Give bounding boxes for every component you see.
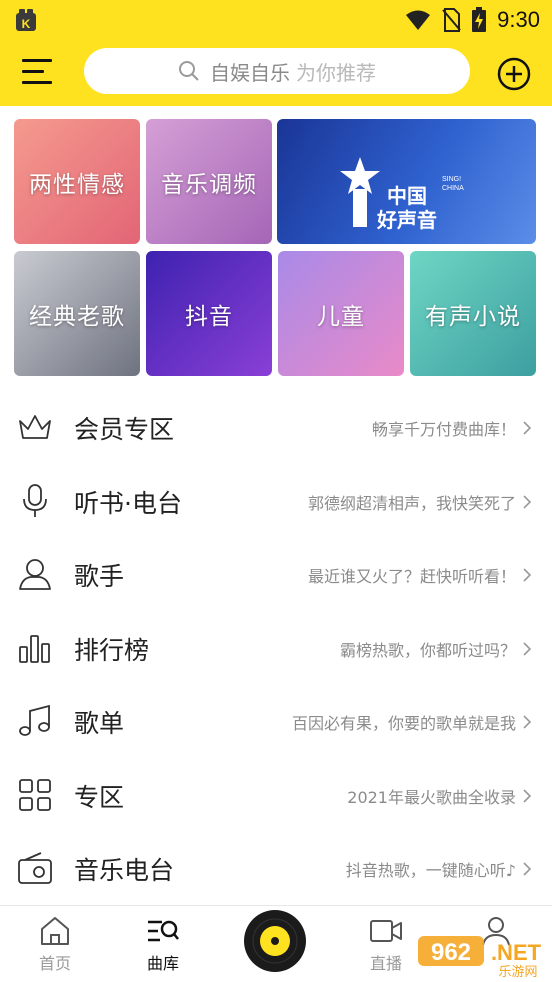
tile-music-fm[interactable]: 音乐调频 (146, 119, 272, 244)
chevron-right-icon (523, 862, 532, 876)
top-bar: 自娱自乐 为你推荐 (0, 40, 552, 106)
tab-label: 曲库 (146, 954, 179, 973)
list-item-title: 歌手 (74, 562, 125, 591)
microphone-icon (23, 483, 47, 517)
tile-label: 两性情感 (29, 171, 125, 198)
list-item-subtitle: 最近谁又火了？赶快听听看！ (307, 567, 516, 586)
no-sim-icon (442, 8, 461, 32)
tab-label: 直播 (369, 954, 402, 973)
search-app-name: 自娱自乐 (210, 60, 290, 85)
svg-text:CHINA: CHINA (442, 185, 464, 192)
add-button[interactable] (497, 57, 531, 91)
menu-icon-line (22, 59, 52, 62)
app-notification-icon: K (16, 9, 36, 31)
list-item-zones[interactable]: 专区 2021年最火歌曲全收录 (0, 758, 552, 832)
list-item-title: 听书·电台 (74, 488, 182, 518)
tile-label: 儿童 (317, 303, 365, 330)
music-note-icon (19, 704, 50, 736)
battery-charging-icon (472, 7, 487, 32)
home-icon (41, 917, 69, 945)
vinyl-disc-icon (245, 911, 305, 971)
video-camera-icon (370, 920, 402, 942)
library-search-icon (148, 920, 179, 942)
tab-library[interactable]: 曲库 (128, 916, 198, 978)
search-hint: 为你推荐 (296, 60, 376, 85)
chevron-right-icon (523, 641, 532, 656)
list-item-singers[interactable]: 歌手 最近谁又火了？赶快听听看！ (0, 537, 552, 611)
tile-label: 音乐调频 (161, 171, 257, 198)
menu-button[interactable] (22, 59, 52, 87)
svg-text:好声音: 好声音 (376, 208, 437, 232)
tile-classic-songs[interactable]: 经典老歌 (14, 251, 140, 376)
list-item-subtitle: 郭德纲超清相声，我快笑死了 (307, 493, 516, 513)
chevron-right-icon (523, 715, 532, 729)
tile-voice-of-china[interactable]: 中国 好声音 SING! CHINA (277, 119, 536, 244)
list-item-playlists[interactable]: 歌单 百因必有果，你要的歌单就是我 (0, 684, 552, 758)
grid-icon (19, 778, 51, 811)
chart-bars-icon (19, 634, 50, 663)
list-item-music-radio[interactable]: 音乐电台 抖音热歌，一键随心听♪ (0, 831, 552, 905)
tile-douyin[interactable]: 抖音 (146, 251, 272, 376)
category-tiles: 两性情感 音乐调频 中国 好声音 SING! CHINA 经典老歌 抖音 儿童 … (14, 119, 536, 376)
svg-text:乐游网: 乐游网 (498, 965, 537, 978)
menu-icon-line (22, 81, 52, 84)
list-item-subtitle: 百因必有果，你要的歌单就是我 (291, 714, 516, 733)
tile-label: 经典老歌 (29, 303, 125, 330)
tile-label: 有声小说 (425, 303, 521, 330)
search-icon (179, 61, 199, 81)
now-playing-button[interactable] (244, 910, 306, 972)
list-item-vip[interactable]: 会员专区 畅享千万付费曲库！ (0, 390, 552, 464)
person-icon (19, 559, 51, 590)
search-input[interactable]: 自娱自乐 为你推荐 (84, 48, 470, 94)
list-item-subtitle: 2021年最火歌曲全收录 (347, 787, 516, 807)
chevron-right-icon (523, 788, 532, 803)
list-item-title: 歌单 (74, 709, 125, 738)
crown-icon (19, 415, 51, 439)
list-item-subtitle: 霸榜热歌，你都听过吗？ (339, 640, 516, 660)
tab-home[interactable]: 首页 (20, 916, 90, 978)
list-item-charts[interactable]: 排行榜 霸榜热歌，你都听过吗？ (0, 611, 552, 685)
tile-romance[interactable]: 两性情感 (14, 119, 140, 244)
radio-icon (18, 852, 52, 884)
svg-text:K: K (22, 17, 31, 31)
tab-label: 首页 (38, 954, 71, 973)
tile-audio-novels[interactable]: 有声小说 (410, 251, 536, 376)
tile-label: 抖音 (185, 303, 233, 330)
list-item-title: 专区 (74, 782, 125, 812)
list-item-title: 音乐电台 (74, 856, 175, 885)
site-watermark: 962 .NET 乐游网 (418, 936, 542, 978)
chevron-right-icon (523, 494, 532, 509)
list-item-subtitle: 抖音热歌，一键随心听♪ (345, 861, 516, 880)
status-time: 9:30 (497, 7, 540, 32)
svg-text:中国: 中国 (387, 184, 427, 208)
status-bar: K 9:30 (0, 0, 552, 40)
tile-children[interactable]: 儿童 (278, 251, 404, 376)
chevron-right-icon (523, 421, 532, 435)
svg-text:.NET: .NET (491, 940, 542, 965)
menu-icon-line (22, 70, 44, 73)
list-item-audiobook-radio[interactable]: 听书·电台 郭德纲超清相声，我快笑死了 (0, 464, 552, 538)
chevron-right-icon (523, 568, 532, 582)
voice-of-china-logo: 中国 好声音 SING! CHINA (340, 157, 464, 232)
list-item-subtitle: 畅享千万付费曲库！ (371, 420, 516, 439)
svg-text:962: 962 (431, 939, 471, 966)
list-item-title: 会员专区 (74, 415, 175, 444)
svg-text:SING!: SING! (442, 176, 461, 183)
list-item-title: 排行榜 (74, 635, 150, 665)
feature-list: 会员专区 畅享千万付费曲库！ 听书·电台 郭德纲超清相声，我快笑死了 歌手 最近… (0, 390, 552, 905)
wifi-icon (406, 10, 431, 30)
tab-live[interactable]: 直播 (351, 916, 421, 978)
